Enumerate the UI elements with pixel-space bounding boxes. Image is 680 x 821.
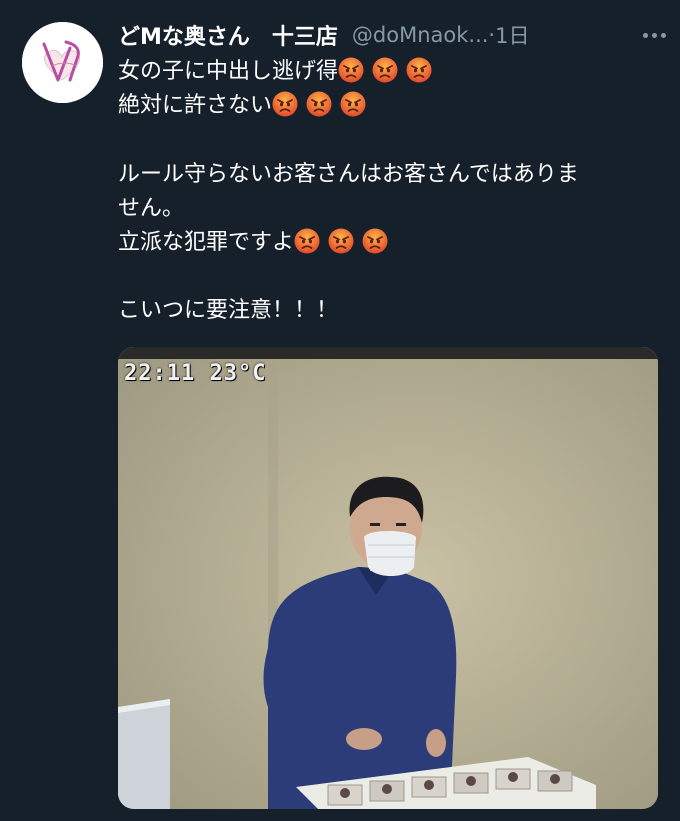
- tweet-line-text: せん。: [118, 195, 185, 221]
- tweet-line-text: 絶対に許さない: [118, 93, 273, 119]
- tweet-line-text: 立派な犯罪ですよ: [118, 229, 295, 255]
- tweet-image[interactable]: 22:11 23°C: [118, 347, 658, 809]
- angry-face-icon: [306, 91, 332, 117]
- angry-face-icon: [362, 228, 388, 254]
- angry-face-icon: [294, 228, 320, 254]
- time-separator: ·: [488, 23, 496, 47]
- tweet-line: 絶対に許さない: [118, 89, 666, 123]
- tweet-line: せん。: [118, 192, 666, 226]
- angry-face-icon: [328, 228, 354, 254]
- more-options-icon[interactable]: [643, 18, 666, 52]
- user-handle[interactable]: @doMnaok...: [352, 23, 489, 47]
- avatar[interactable]: [22, 22, 103, 103]
- display-name[interactable]: どMな奥さん 十三店: [118, 19, 338, 51]
- tweet-line-text: こいつに要注意！！！: [118, 298, 339, 324]
- tweet-line-text: 女の子に中出し逃げ得: [118, 59, 339, 84]
- angry-face-icon: [340, 91, 366, 117]
- tweet-time[interactable]: 1日: [495, 20, 529, 50]
- angry-face-icon: [338, 57, 364, 83]
- angry-face-icon: [406, 57, 432, 83]
- tweet-line: 女の子に中出し逃げ得: [118, 55, 666, 89]
- tweet-text: 女の子に中出し逃げ得 絶対に許さない ルール守らないお客さんはお客さんではありま…: [118, 55, 666, 329]
- camera-timestamp: 22:11 23°C: [124, 361, 267, 386]
- tweet-header: どMな奥さん 十三店 @doMnaok... · 1日: [118, 18, 666, 52]
- tweet-line-text: ルール守らないお客さんはお客さんではありま: [118, 161, 579, 187]
- angry-face-icon: [272, 91, 298, 117]
- tweet[interactable]: どMな奥さん 十三店 @doMnaok... · 1日 女の子に中出し逃げ得 絶…: [0, 0, 680, 821]
- tweet-line: こいつに要注意！！！: [118, 294, 666, 328]
- logo-icon: [22, 22, 103, 103]
- angry-face-icon: [372, 57, 398, 83]
- cctv-photo: [118, 347, 658, 809]
- tweet-line: ルール守らないお客さんはお客さんではありま: [118, 158, 666, 192]
- tweet-line: 立派な犯罪ですよ: [118, 226, 666, 260]
